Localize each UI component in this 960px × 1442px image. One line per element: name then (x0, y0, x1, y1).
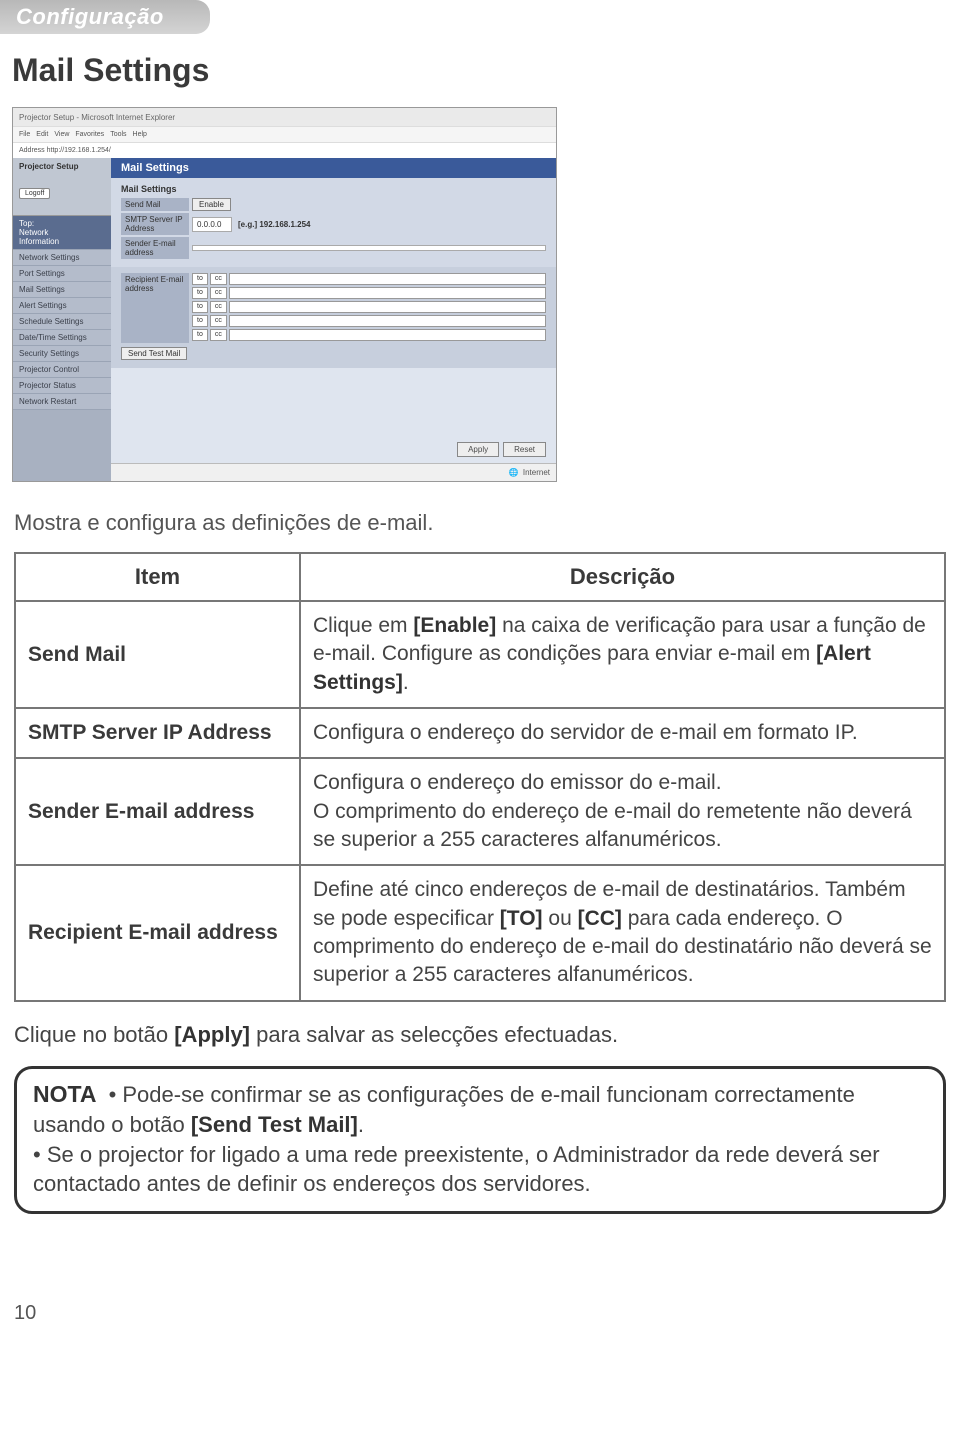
smtp-ip-input[interactable]: 0.0.0.0 (192, 217, 232, 232)
intro-text: Mostra e configura as definições de e-ma… (0, 500, 960, 552)
browser-address-bar[interactable]: Address http://192.168.1.254/ (13, 142, 556, 158)
browser-statusbar: 🌐 Internet (111, 463, 556, 481)
sidebar-item[interactable]: Date/Time Settings (13, 330, 111, 346)
sidebar-item[interactable]: Network Settings (13, 250, 111, 266)
desc-send-mail: Clique em [Enable] na caixa de verificaç… (300, 601, 945, 708)
main-subtitle: Mail Settings (121, 184, 546, 194)
menu-item[interactable]: Favorites (75, 131, 104, 138)
browser-titlebar: Projector Setup - Microsoft Internet Exp… (13, 108, 556, 126)
to-radio[interactable]: to (192, 315, 208, 327)
recipient-input[interactable] (229, 329, 546, 341)
cc-radio[interactable]: cc (210, 329, 227, 341)
sidebar-product-name: Projector Setup (13, 158, 111, 176)
nota-label: NOTA (33, 1081, 96, 1107)
cc-radio[interactable]: cc (210, 301, 227, 313)
field-label-sendmail: Send Mail (121, 198, 189, 211)
sidebar-item[interactable]: Alert Settings (13, 298, 111, 314)
recipient-input[interactable] (229, 301, 546, 313)
to-radio[interactable]: to (192, 301, 208, 313)
sidebar-header: Projector Setup Logoff (13, 158, 111, 216)
to-radio[interactable]: to (192, 287, 208, 299)
menu-item[interactable]: View (54, 131, 69, 138)
nota-box: NOTA • Pode-se confirmar se as configura… (14, 1066, 946, 1214)
desc-sender: Configura o endereço do emissor do e-mai… (300, 758, 945, 865)
th-item: Item (15, 553, 300, 601)
recipient-input[interactable] (229, 273, 546, 285)
field-label-smtp: SMTP Server IP Address (121, 213, 189, 235)
browser-menu: File Edit View Favorites Tools Help (13, 126, 556, 142)
menu-item[interactable]: Help (133, 131, 147, 138)
apply-button[interactable]: Apply (457, 442, 499, 457)
recipient-input[interactable] (229, 287, 546, 299)
reset-button[interactable]: Reset (503, 442, 546, 457)
to-radio[interactable]: to (192, 273, 208, 285)
desc-smtp: Configura o endereço do servidor de e-ma… (300, 708, 945, 758)
sidebar-item[interactable]: Mail Settings (13, 282, 111, 298)
sidebar-item[interactable]: Projector Control (13, 362, 111, 378)
section-header: Configuração (0, 0, 210, 34)
field-label-recipient: Recipient E-mail address (121, 273, 189, 343)
field-label-sender: Sender E-mail address (121, 237, 189, 259)
send-test-mail-button[interactable]: Send Test Mail (121, 347, 187, 360)
sidebar-item[interactable]: Port Settings (13, 266, 111, 282)
settings-table: Item Descrição Send Mail Clique em [Enab… (14, 552, 946, 1002)
address-value: http://192.168.1.254/ (47, 147, 111, 154)
recipient-input[interactable] (229, 315, 546, 327)
sidebar-item[interactable]: Network Restart (13, 394, 111, 410)
menu-item[interactable]: File (19, 131, 30, 138)
screenshot-main: Mail Settings Mail Settings Send Mail En… (111, 158, 556, 481)
item-sender: Sender E-mail address (15, 758, 300, 865)
apply-instruction: Clique no botão [Apply] para salvar as s… (0, 1018, 960, 1066)
sidebar-item[interactable]: Schedule Settings (13, 314, 111, 330)
desc-recipient: Define até cinco endereços de e-mail de … (300, 865, 945, 1000)
sidebar-item[interactable]: Projector Status (13, 378, 111, 394)
sidebar-item[interactable]: Security Settings (13, 346, 111, 362)
sidebar-top-block[interactable]: Top: Network Information (13, 216, 111, 250)
sidebar-nav: Top: Network Information Network Setting… (13, 216, 111, 410)
screenshot-sidebar: Projector Setup Logoff Top: Network Info… (13, 158, 111, 481)
menu-item[interactable]: Tools (110, 131, 126, 138)
th-desc: Descrição (300, 553, 945, 601)
to-radio[interactable]: to (192, 329, 208, 341)
enable-button[interactable]: Enable (192, 198, 231, 211)
item-recipient: Recipient E-mail address (15, 865, 300, 1000)
cc-radio[interactable]: cc (210, 273, 227, 285)
sender-input[interactable] (192, 245, 546, 251)
logoff-button[interactable]: Logoff (19, 188, 50, 199)
main-header: Mail Settings (111, 158, 556, 178)
globe-icon: 🌐 (509, 468, 519, 477)
page-title: Mail Settings (0, 46, 960, 107)
smtp-ip-example: [e.g.] 192.168.1.254 (238, 220, 311, 229)
address-label: Address (19, 147, 45, 154)
cc-radio[interactable]: cc (210, 315, 227, 327)
status-text: Internet (523, 468, 550, 477)
screenshot-browser-window: Projector Setup - Microsoft Internet Exp… (12, 107, 557, 482)
item-smtp: SMTP Server IP Address (15, 708, 300, 758)
page-number: 10 (0, 1232, 960, 1339)
item-send-mail: Send Mail (15, 601, 300, 708)
browser-chrome: Projector Setup - Microsoft Internet Exp… (13, 108, 556, 158)
menu-item[interactable]: Edit (36, 131, 48, 138)
cc-radio[interactable]: cc (210, 287, 227, 299)
